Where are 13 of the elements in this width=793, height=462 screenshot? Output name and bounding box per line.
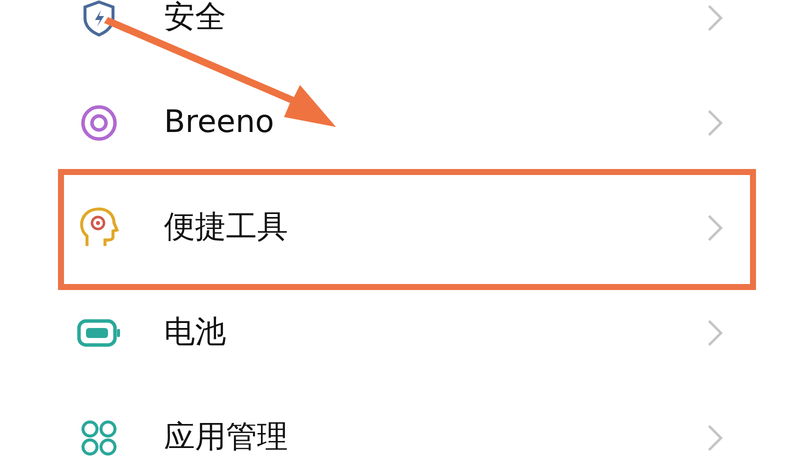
apps-icon — [79, 418, 119, 458]
chevron-icon — [707, 214, 723, 242]
setting-label[interactable]: 电池 — [164, 309, 707, 356]
chevron-icon — [707, 318, 723, 346]
chevron-icon — [707, 4, 723, 32]
setting-label[interactable]: 便捷工具 — [164, 204, 707, 251]
setting-label[interactable]: Breeno — [164, 99, 707, 146]
chevron-icon — [707, 108, 723, 136]
battery-icon — [76, 318, 122, 348]
setting-label[interactable]: 安全 — [164, 0, 707, 41]
ring-icon — [79, 102, 119, 142]
setting-label[interactable]: 应用管理 — [164, 414, 707, 461]
chevron-icon — [707, 424, 723, 452]
